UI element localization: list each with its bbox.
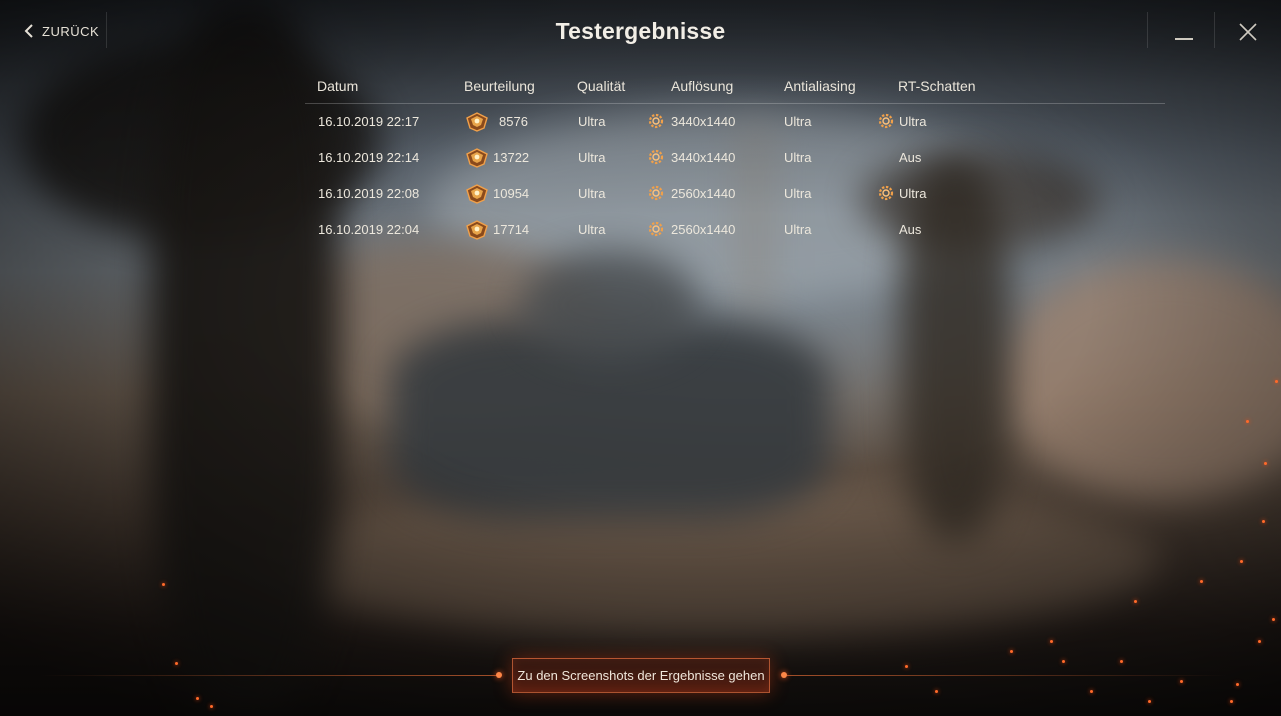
- ember: [1050, 640, 1053, 643]
- column-header-rt-shadows: RT-Schatten: [898, 78, 976, 94]
- ember: [1090, 690, 1093, 693]
- medal-icon: [465, 146, 489, 168]
- gear-icon: [647, 112, 665, 130]
- column-header-date: Datum: [317, 78, 359, 94]
- rating-value: 8576: [499, 114, 528, 129]
- ember: [935, 690, 938, 693]
- medal-icon: [465, 182, 489, 204]
- rt-shadows-value: Ultra: [899, 114, 927, 129]
- gear-icon: [647, 220, 665, 238]
- ember: [1275, 380, 1278, 383]
- divider: [1214, 12, 1215, 48]
- ember: [162, 583, 165, 586]
- ember: [1062, 660, 1065, 663]
- cell-date: 16.10.2019 22:14: [318, 150, 420, 165]
- column-header-quality: Qualität: [577, 78, 626, 94]
- ember: [1236, 683, 1239, 686]
- cell-antialiasing: Ultra: [784, 222, 812, 237]
- ember: [905, 665, 908, 668]
- ember: [1180, 680, 1183, 683]
- ember: [1148, 700, 1151, 703]
- ember: [1258, 640, 1261, 643]
- cell-antialiasing: Ultra: [784, 114, 812, 129]
- rt-shadows-value: Ultra: [899, 186, 927, 201]
- cell-antialiasing: Ultra: [784, 150, 812, 165]
- ember: [1264, 462, 1267, 465]
- cell-quality: Ultra: [578, 222, 606, 237]
- table-header: Datum Beurteilung Qualität Auflösung Ant…: [305, 70, 1165, 104]
- table-body: 16.10.2019 22:17 8576 Ultra 3440x1440 Ultra U…: [305, 104, 1165, 248]
- cell-quality: Ultra: [578, 150, 606, 165]
- screenshots-button-label: Zu den Screenshots der Ergebnisse gehen: [517, 668, 765, 683]
- close-button[interactable]: [1216, 12, 1272, 50]
- top-bar: ZURÜCK Testergebnisse: [0, 0, 1281, 62]
- ember: [210, 705, 213, 708]
- decorative-line: [787, 675, 1227, 676]
- resolution-value: 2560x1440: [671, 222, 736, 237]
- page-title: Testergebnisse: [555, 18, 726, 44]
- ember: [1262, 520, 1265, 523]
- ember: [196, 697, 199, 700]
- gear-icon: [877, 184, 895, 202]
- rt-shadows-value: Aus: [899, 222, 922, 237]
- resolution-value: 3440x1440: [671, 114, 736, 129]
- cell-date: 16.10.2019 22:17: [318, 114, 420, 129]
- resolution-value: 3440x1440: [671, 150, 736, 165]
- ember: [175, 662, 178, 665]
- ember: [1120, 660, 1123, 663]
- ember: [1240, 560, 1243, 563]
- gear-icon: [877, 112, 895, 130]
- gear-icon: [647, 148, 665, 166]
- close-icon: [1239, 23, 1257, 41]
- cell-antialiasing: Ultra: [784, 186, 812, 201]
- table-row[interactable]: 16.10.2019 22:04 17714 Ultra 2560x1440 Ultra…: [305, 212, 1165, 248]
- table-row[interactable]: 16.10.2019 22:14 13722 Ultra 3440x1440 Ultra…: [305, 140, 1165, 176]
- ember: [1272, 618, 1275, 621]
- table-row[interactable]: 16.10.2019 22:08 10954 Ultra 2560x1440 Ultra…: [305, 176, 1165, 212]
- rating-value: 17714: [493, 222, 530, 237]
- column-header-rating: Beurteilung: [464, 78, 535, 94]
- cell-date: 16.10.2019 22:08: [318, 186, 420, 201]
- ember: [1010, 650, 1013, 653]
- cell-date: 16.10.2019 22:04: [318, 222, 420, 237]
- ember: [1200, 580, 1203, 583]
- results-table: Datum Beurteilung Qualität Auflösung Ant…: [305, 70, 1165, 248]
- minimize-button[interactable]: [1150, 12, 1206, 50]
- column-header-resolution: Auflösung: [671, 78, 734, 94]
- cell-quality: Ultra: [578, 186, 606, 201]
- ember: [1134, 600, 1137, 603]
- ember: [1246, 420, 1249, 423]
- rating-value: 13722: [493, 150, 530, 165]
- cell-quality: Ultra: [578, 114, 606, 129]
- minimize-icon: [1175, 38, 1193, 40]
- medal-icon: [465, 110, 489, 132]
- medal-icon: [465, 218, 489, 240]
- ember: [1230, 700, 1233, 703]
- rt-shadows-value: Aus: [899, 150, 922, 165]
- gear-icon: [647, 184, 665, 202]
- decorative-line: [40, 675, 498, 676]
- decorative-dot: [496, 672, 502, 678]
- rating-value: 10954: [493, 186, 530, 201]
- screenshots-button[interactable]: Zu den Screenshots der Ergebnisse gehen: [512, 658, 770, 693]
- divider: [1147, 12, 1148, 48]
- column-header-antialiasing: Antialiasing: [784, 78, 856, 94]
- table-row[interactable]: 16.10.2019 22:17 8576 Ultra 3440x1440 Ultra U…: [305, 104, 1165, 140]
- resolution-value: 2560x1440: [671, 186, 736, 201]
